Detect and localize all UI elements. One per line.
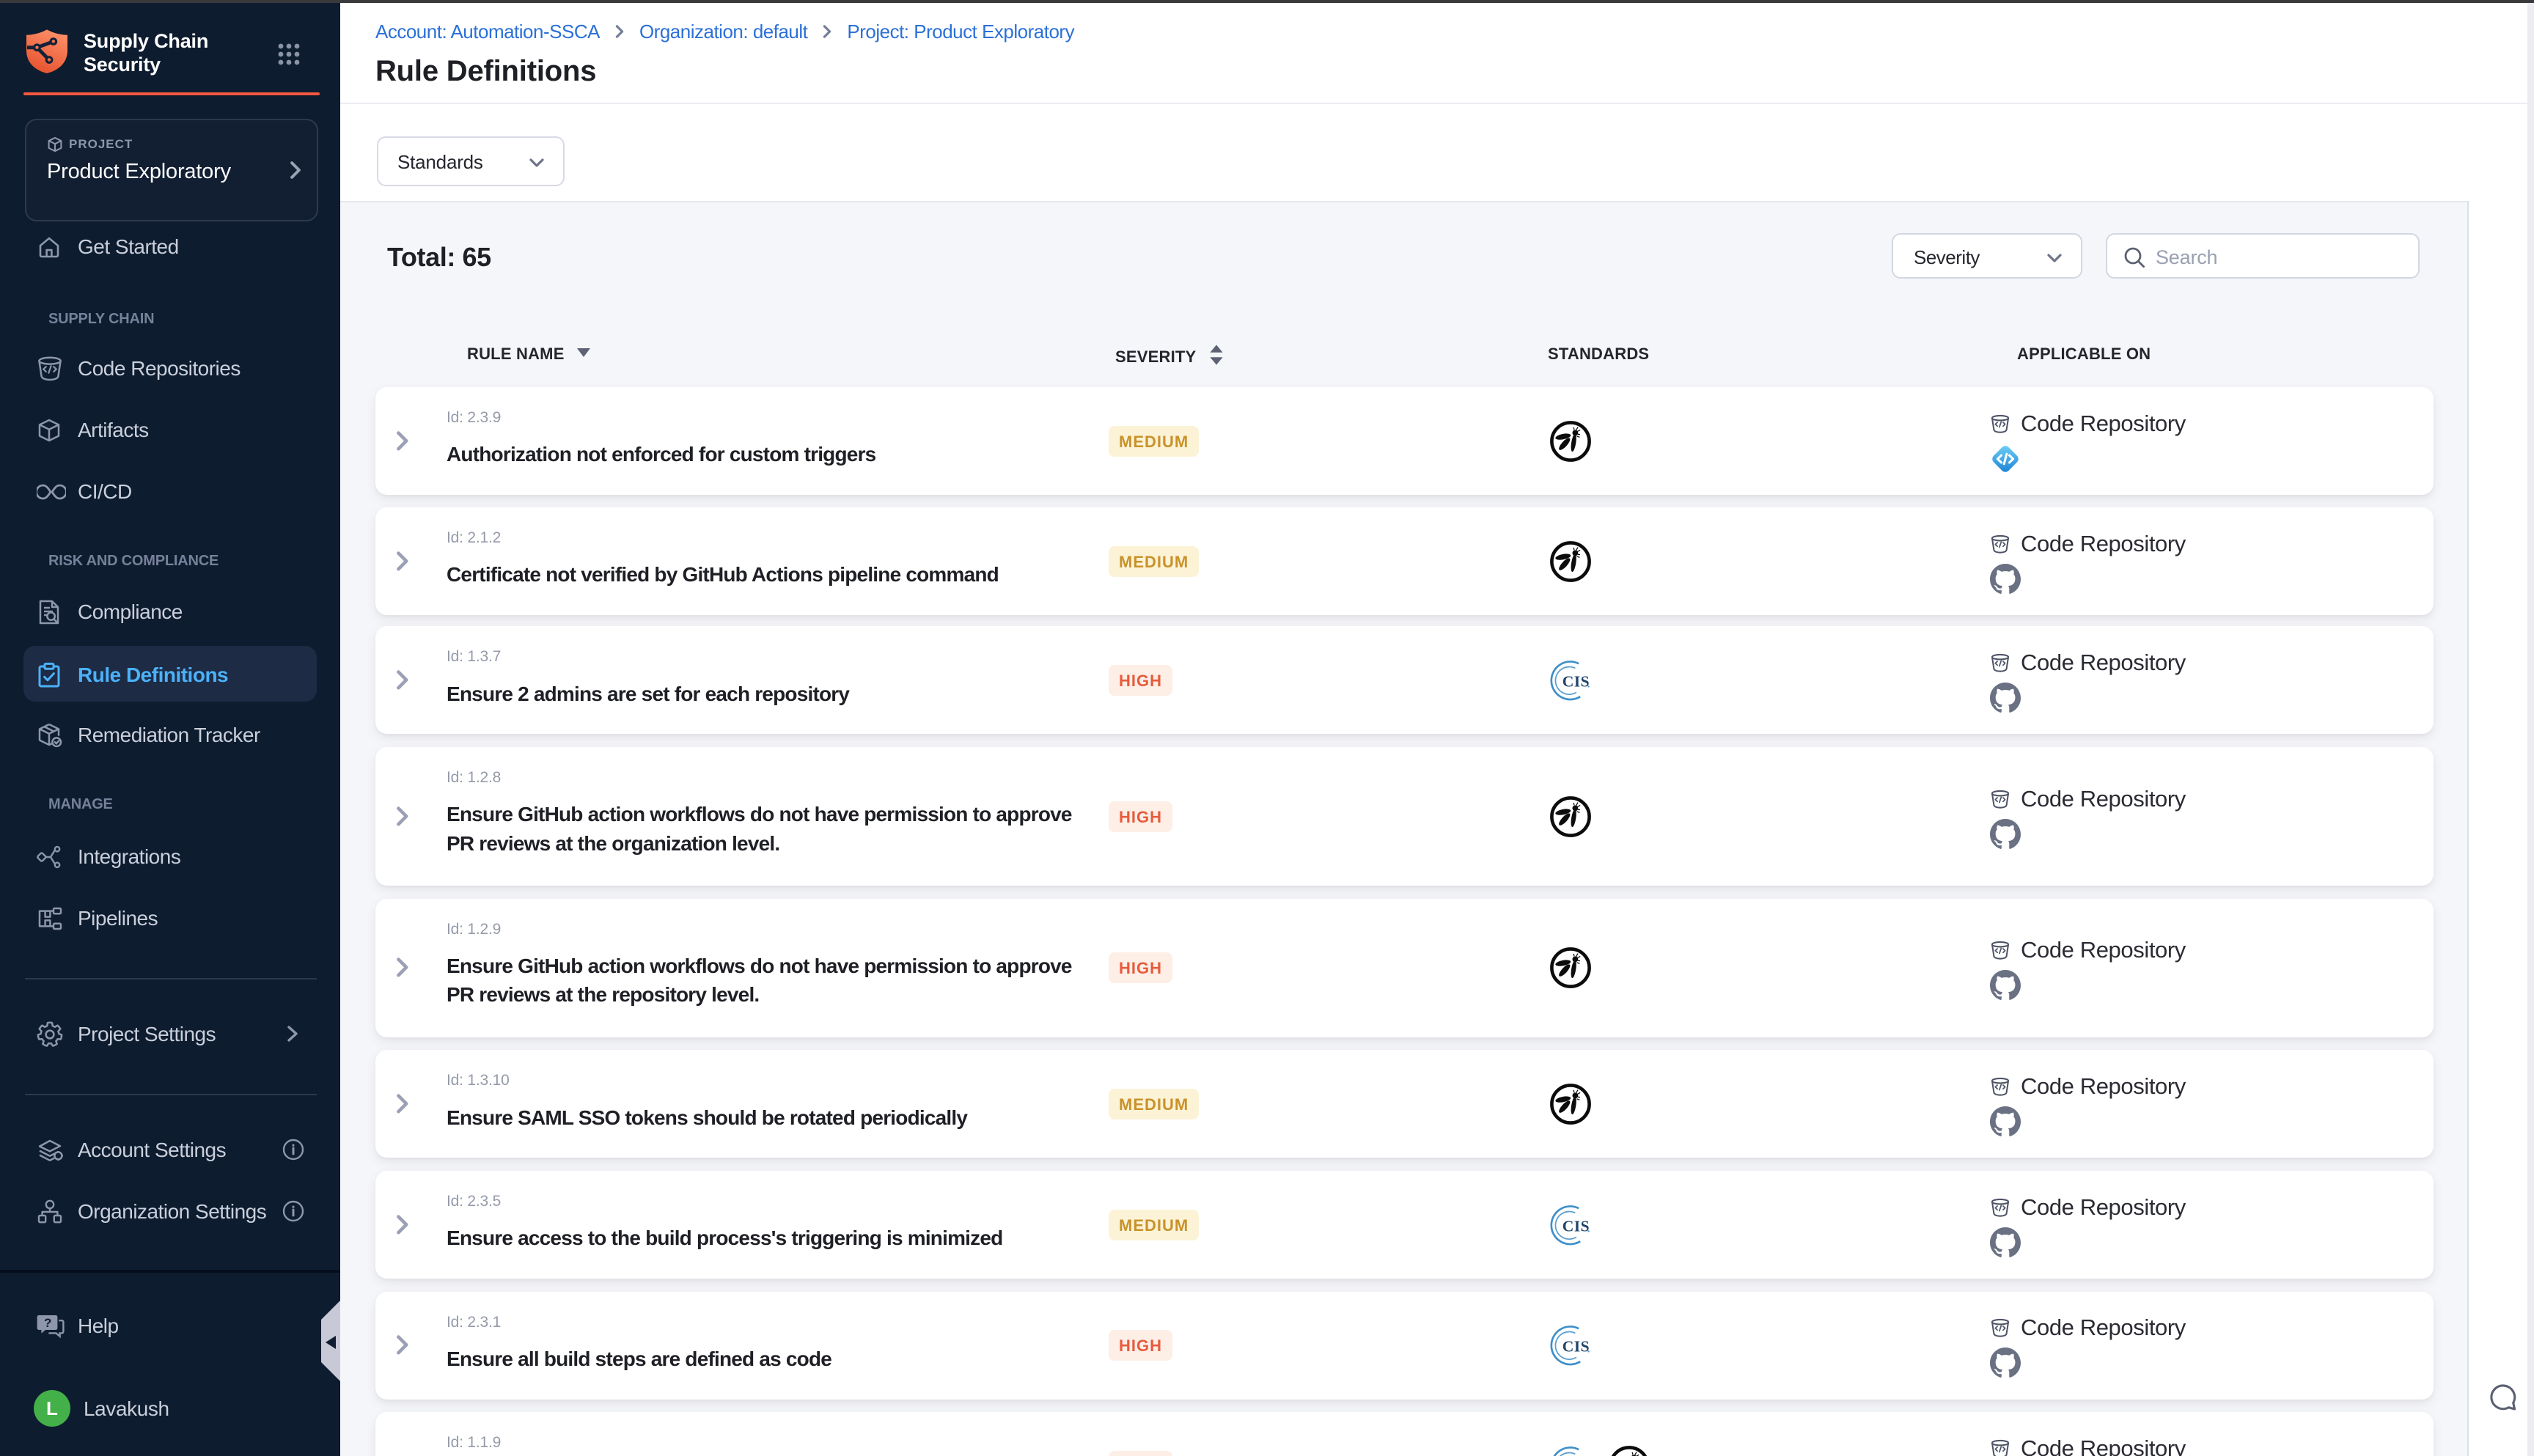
svg-text:?: ? — [44, 1316, 51, 1330]
